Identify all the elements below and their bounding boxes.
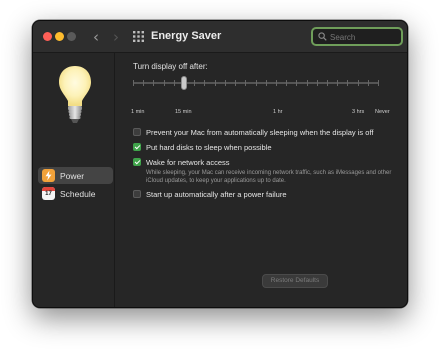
window-title: Energy Saver — [151, 30, 222, 42]
zoom-window-button[interactable] — [67, 32, 76, 41]
option-label: Wake for network access — [146, 158, 230, 167]
slider-tick — [245, 80, 246, 86]
chevron-left-icon: ‹ — [93, 28, 99, 46]
forward-button[interactable]: › — [109, 28, 123, 46]
option-label: Put hard disks to sleep when possible — [146, 143, 272, 152]
slider-tick — [143, 80, 144, 86]
tick-label: 1 min — [131, 109, 145, 115]
prevent-sleep-checkbox[interactable] — [133, 128, 141, 136]
slider-tick — [215, 80, 216, 86]
lightning-bolt-icon — [45, 170, 52, 181]
minimize-window-button[interactable] — [55, 32, 64, 41]
slider-thumb[interactable] — [181, 76, 187, 90]
slider-tick — [153, 80, 154, 86]
toolbar: ‹ › Energy Saver — [33, 21, 407, 53]
slider-tick — [358, 80, 359, 86]
calendar-icon: 17 — [42, 187, 55, 200]
slider-tick — [164, 80, 165, 86]
slider-tick — [204, 80, 205, 86]
slider-tick — [347, 80, 348, 86]
show-all-button[interactable] — [133, 31, 144, 42]
slider-tick — [327, 80, 328, 86]
system-preferences-window: ‹ › Energy Saver Search Power 17 Schedul… — [32, 20, 408, 308]
wake-network-checkbox[interactable] — [133, 158, 141, 166]
option-label: Prevent your Mac from automatically slee… — [146, 128, 374, 137]
chevron-right-icon: › — [113, 28, 119, 46]
sidebar-item-power[interactable]: Power — [38, 167, 113, 184]
slider-tick — [378, 80, 379, 86]
tick-label: 3 hrs — [352, 109, 365, 115]
slider-tick — [266, 80, 267, 86]
sidebar-item-label: Schedule — [60, 189, 96, 199]
slider-tick — [235, 80, 236, 86]
slider-tick — [194, 80, 195, 86]
hard-disk-sleep-checkbox[interactable] — [133, 143, 141, 151]
sidebar: Power 17 Schedule — [33, 53, 115, 307]
slider-tick — [337, 80, 338, 86]
power-category-icon — [42, 169, 55, 182]
slider-tick — [133, 80, 134, 86]
show-all-grid-icon — [133, 31, 144, 42]
close-window-button[interactable] — [43, 32, 52, 41]
auto-start-checkbox[interactable] — [133, 190, 141, 198]
main-panel: Turn display off after: 1 min 15 min 1 h… — [115, 53, 407, 307]
slider-tick — [286, 80, 287, 86]
sidebar-item-schedule[interactable]: 17 Schedule — [38, 185, 113, 202]
slider-tick — [225, 80, 226, 86]
tick-label: Never — [375, 109, 390, 115]
search-field[interactable] — [311, 27, 403, 46]
tick-label: 1 hr — [273, 109, 283, 115]
back-button[interactable]: ‹ — [89, 28, 103, 46]
search-icon — [318, 32, 327, 41]
sidebar-item-label: Power — [60, 171, 85, 181]
slider-tick — [368, 80, 369, 86]
search-input[interactable] — [330, 30, 398, 44]
calendar-date-number: 17 — [45, 191, 52, 197]
wake-network-description: While sleeping, your Mac can receive inc… — [146, 170, 392, 184]
tick-label: 15 min — [175, 109, 192, 115]
slider-tick — [317, 80, 318, 86]
display-off-slider[interactable] — [133, 75, 379, 91]
restore-defaults-button[interactable]: Restore Defaults — [262, 274, 328, 288]
slider-tick — [276, 80, 277, 86]
option-label: Start up automatically after a power fai… — [146, 190, 287, 199]
slider-tick — [296, 80, 297, 86]
slider-tick — [307, 80, 308, 86]
display-off-label: Turn display off after: — [133, 62, 208, 71]
slider-tick — [174, 80, 175, 86]
slider-tick — [256, 80, 257, 86]
light-bulb-icon — [59, 66, 91, 123]
